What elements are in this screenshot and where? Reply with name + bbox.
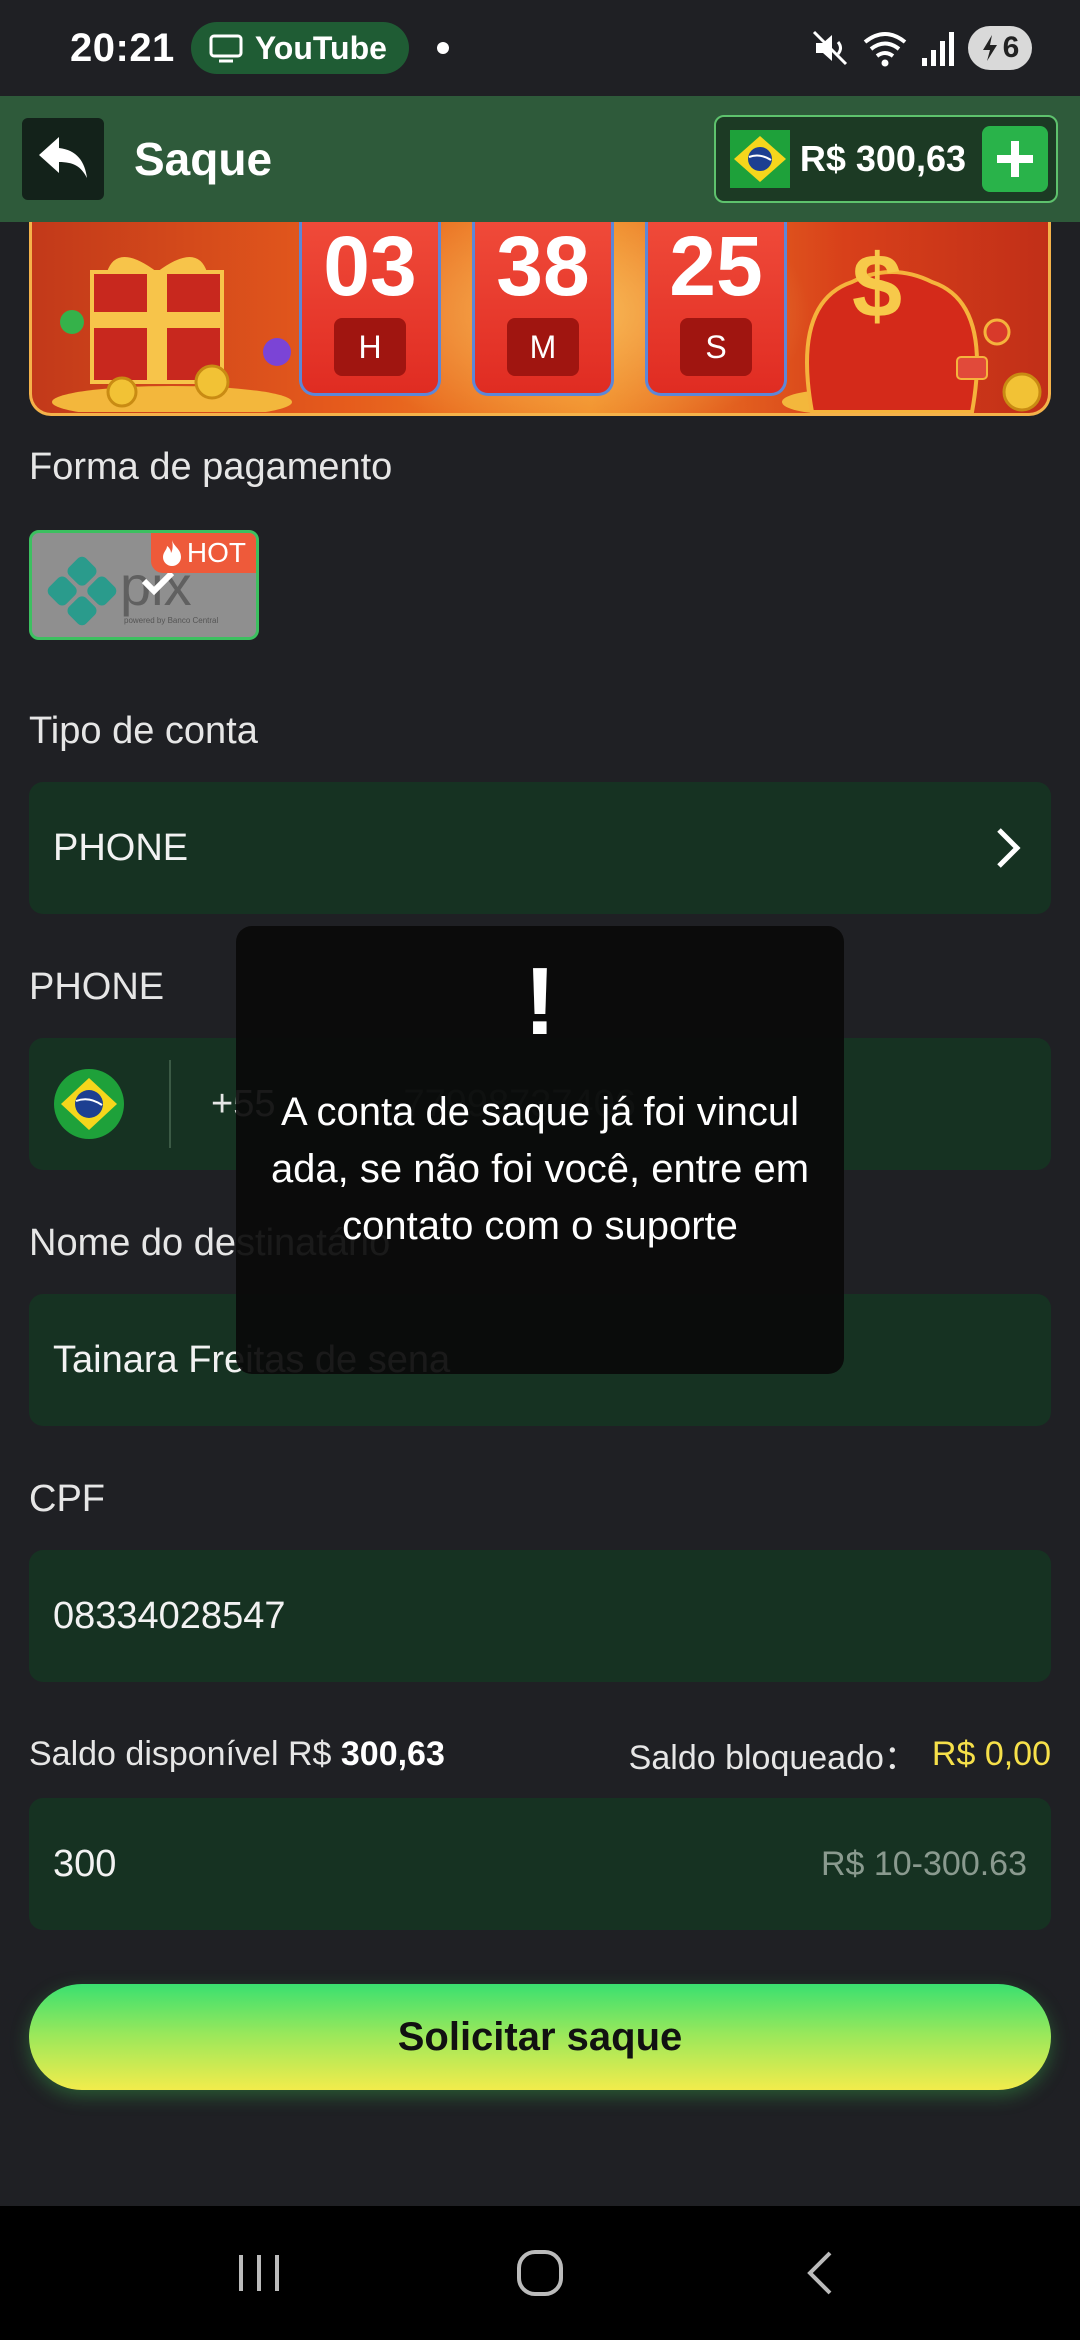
back-icon <box>39 137 87 178</box>
exclamation-icon: ! <box>524 948 556 1055</box>
home-icon <box>517 2250 563 2296</box>
status-icons: 6 <box>810 26 1032 70</box>
timer-minutes-unit: M <box>507 318 579 376</box>
back-arrow-icon <box>807 2251 832 2295</box>
svg-text:$: $ <box>852 237 902 337</box>
timer-seconds-unit: S <box>680 318 752 376</box>
amount-value: 300 <box>53 1842 117 1885</box>
mute-icon <box>812 30 848 66</box>
gift-box-icon <box>52 257 292 412</box>
fire-icon <box>162 540 181 566</box>
available-balance-value: 300,63 <box>340 1735 445 1773</box>
cpf-label: CPF <box>29 1478 105 1520</box>
chevron-right-icon <box>997 828 1021 868</box>
timer-minutes: 38 M <box>472 222 614 396</box>
signal-icon <box>922 32 954 66</box>
timer-seconds: 25 S <box>645 222 787 396</box>
home-button[interactable] <box>500 2233 580 2313</box>
balance-display[interactable]: R$ 300,63 <box>713 115 1058 203</box>
battery-level: 6 <box>1002 31 1020 64</box>
phone-divider <box>169 1060 171 1148</box>
plus-icon <box>997 141 1033 177</box>
payment-method-label: Forma de pagamento <box>29 446 393 488</box>
battery-icon: 6 <box>968 26 1032 70</box>
wifi-icon <box>863 32 907 67</box>
amount-range-hint: R$ 10-300.63 <box>820 1844 1027 1883</box>
hot-badge-label: HOT <box>186 537 246 568</box>
error-toast: ! A conta de saque já foi vinculada, se … <box>236 926 844 1374</box>
back-button[interactable] <box>22 118 104 200</box>
timer-minutes-value: 38 <box>496 222 590 313</box>
blocked-balance-label: Saldo bloqueado： <box>628 1739 918 1777</box>
system-nav-bar <box>0 2206 1080 2340</box>
amount-input[interactable]: 300 R$ 10-300.63 <box>29 1798 1051 1930</box>
available-balance-label: Saldo disponível R$ <box>29 1735 332 1773</box>
deposit-button[interactable] <box>982 126 1048 192</box>
brazil-flag-icon <box>54 1069 124 1139</box>
timer-seconds-value: 25 <box>669 222 763 313</box>
blocked-balance-value: R$ 0,00 <box>931 1735 1051 1773</box>
balances-row: Saldo disponível R$ 300,63 Saldo bloquea… <box>29 1730 1051 1779</box>
money-bag-icon: $ <box>782 237 1042 413</box>
youtube-pill-label: YouTube <box>254 29 387 66</box>
cpf-value: 08334028547 <box>53 1594 286 1637</box>
timer-hours-value: 03 <box>323 222 417 313</box>
brazil-flag-icon <box>729 130 790 188</box>
hot-badge: HOT <box>150 533 256 573</box>
toast-message: A conta de saque já foi vinculada, se nã… <box>270 1090 810 1248</box>
account-type-value: PHONE <box>53 826 189 869</box>
account-type-select[interactable]: PHONE <box>29 782 1051 914</box>
page-title: Saque <box>134 133 273 185</box>
account-type-label: Tipo de conta <box>29 710 258 752</box>
youtube-pill[interactable]: YouTube <box>190 22 409 74</box>
status-bar: 20:21 YouTube 6 <box>0 0 1080 96</box>
request-withdrawal-button[interactable]: Solicitar saque <box>29 1984 1051 2090</box>
payment-method-pix[interactable]: pix powered by Banco Central HOT <box>29 530 259 640</box>
header-balance: R$ 300,63 <box>799 138 966 179</box>
recent-apps-button[interactable] <box>220 2233 300 2313</box>
tv-icon <box>209 34 243 63</box>
notification-dot <box>436 42 449 54</box>
back-nav-button[interactable] <box>780 2233 860 2313</box>
cpf-field[interactable]: 08334028547 <box>29 1550 1051 1682</box>
timer-hours: 03 H <box>299 222 441 396</box>
app-header: Saque R$ 300,63 <box>0 96 1080 222</box>
status-time: 20:21 <box>70 25 175 70</box>
promo-banner[interactable]: $ 03 H 38 M 25 S <box>29 222 1051 416</box>
recent-apps-icon <box>239 2255 279 2291</box>
phone-label: PHONE <box>29 966 165 1008</box>
svg-text:powered by Banco Central: powered by Banco Central <box>124 616 219 625</box>
timer-hours-unit: H <box>334 318 406 376</box>
